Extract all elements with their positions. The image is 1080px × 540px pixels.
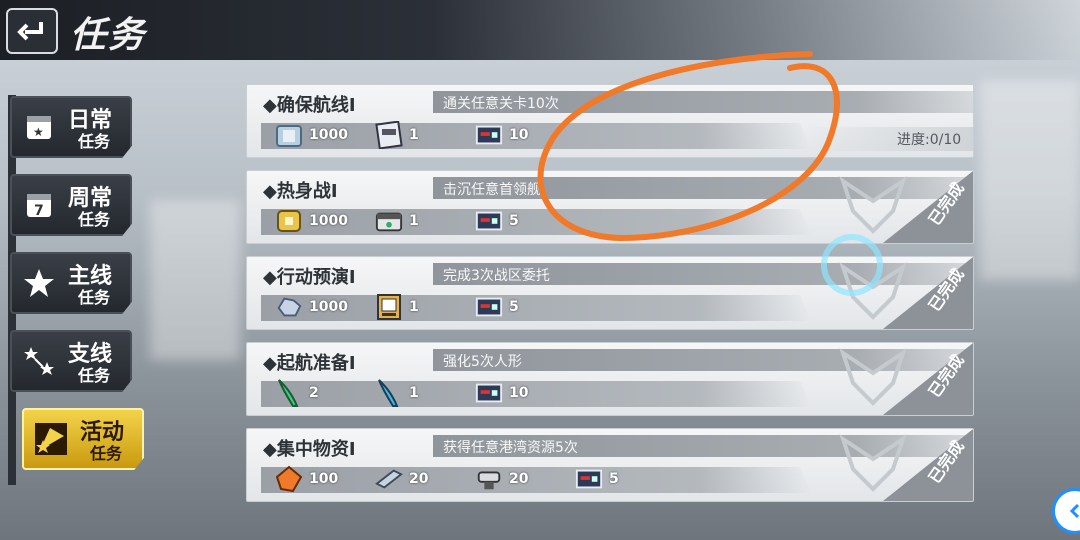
page-title: 任务 — [70, 14, 147, 56]
calendar-7-icon: 7 — [22, 188, 56, 222]
task-description: 完成3次战区委托 — [443, 268, 550, 284]
reward-quantity: 10 — [509, 127, 529, 143]
ticket-icon — [475, 207, 503, 235]
reward-item: 10 — [475, 121, 528, 149]
reward-item: 20 — [375, 465, 428, 493]
task-description: 击沉任意首领舰 — [443, 182, 541, 198]
reward-item: 1 — [375, 379, 419, 407]
reward-quantity: 1 — [409, 213, 419, 229]
svg-text:7: 7 — [34, 203, 44, 219]
star-icon — [22, 266, 56, 300]
task-name: ◆热身战I — [263, 181, 338, 202]
reward-item: 5 — [575, 465, 619, 493]
reward-item: 2 — [275, 379, 319, 407]
reward-item: 20 — [475, 465, 528, 493]
reward-item: 100 — [275, 465, 338, 493]
supply-box-icon — [275, 121, 303, 149]
reward-item: 1 — [375, 207, 419, 235]
tab-event[interactable]: 活动 任务 — [22, 408, 144, 470]
tab-side[interactable]: 支线 任务 — [10, 330, 132, 392]
tab-daily-sublabel: 任务 — [78, 132, 111, 151]
tab-weekly-sublabel: 任务 — [78, 210, 111, 229]
reward-quantity: 5 — [509, 299, 519, 315]
task-card[interactable]: ◆集中物资I 获得任意港湾资源5次 100 20 20 5 已完成 — [246, 428, 974, 502]
reward-quantity: 5 — [509, 213, 519, 229]
chevron-left-icon — [1069, 503, 1080, 519]
task-name: ◆行动预演I — [263, 267, 356, 288]
gold-crate-icon — [275, 207, 303, 235]
reward-quantity: 1000 — [309, 127, 348, 143]
annotation-circle — [537, 51, 840, 242]
reward-item: 1 — [375, 121, 419, 149]
task-progress: 进度:0/10 — [897, 132, 962, 148]
svg-text:★: ★ — [33, 125, 44, 139]
reward-item: 1000 — [275, 207, 348, 235]
task-name: ◆确保航线I — [263, 95, 356, 116]
reward-quantity: 20 — [509, 471, 529, 487]
green-feather-icon — [275, 379, 303, 407]
task-description: 获得任意港湾资源5次 — [443, 440, 578, 456]
task-name: ◆集中物资I — [263, 439, 356, 460]
tab-main-sublabel: 任务 — [78, 288, 111, 307]
white-crate-icon — [375, 207, 403, 235]
reward-item: 1 — [375, 293, 419, 321]
reward-quantity: 20 — [409, 471, 429, 487]
tab-main[interactable]: 主线 任务 — [10, 252, 132, 314]
flag-star-icon — [34, 422, 68, 456]
tab-daily[interactable]: ★ 日常 任务 — [10, 96, 132, 158]
ticket-icon — [475, 293, 503, 321]
reward-quantity: 1 — [409, 385, 419, 401]
star-branch-icon — [22, 344, 56, 378]
task-name: ◆起航准备I — [263, 353, 356, 374]
ticket-icon — [475, 379, 503, 407]
back-arrow-icon — [17, 22, 43, 41]
ticket-icon — [575, 465, 603, 493]
ship-card-icon — [375, 121, 403, 149]
ticket-icon — [475, 121, 503, 149]
calendar-star-icon: ★ — [22, 110, 56, 144]
amber-gem-icon — [275, 465, 303, 493]
ore-icon — [275, 293, 303, 321]
tab-weekly[interactable]: 7 周常 任务 — [10, 174, 132, 236]
blueprint-icon — [375, 293, 403, 321]
tab-side-sublabel: 任务 — [78, 366, 111, 385]
reward-quantity: 1000 — [309, 299, 348, 315]
task-card[interactable]: ◆起航准备I 强化5次人形 2 1 10 已完成 — [246, 342, 974, 416]
reward-item: 1000 — [275, 293, 348, 321]
tab-event-sublabel: 任务 — [90, 444, 123, 463]
reward-quantity: 1000 — [309, 213, 348, 229]
reward-quantity: 1 — [409, 127, 419, 143]
reward-quantity: 5 — [609, 471, 619, 487]
back-button[interactable] — [6, 8, 58, 54]
reward-item: 5 — [475, 293, 519, 321]
blue-feather-icon — [375, 379, 403, 407]
glow-ring-icon — [821, 234, 883, 296]
task-description: 强化5次人形 — [443, 354, 522, 370]
background-window — [980, 80, 1080, 280]
steel-beam-icon — [375, 465, 403, 493]
reward-quantity: 2 — [309, 385, 319, 401]
reward-quantity: 100 — [309, 471, 339, 487]
background-window — [150, 200, 240, 360]
collapse-button[interactable] — [1052, 488, 1080, 534]
reward-item: 10 — [475, 379, 528, 407]
reward-item: 1000 — [275, 121, 348, 149]
completed-stamp: 已完成 — [823, 343, 973, 415]
rewards-bar — [261, 381, 811, 407]
anvil-icon — [475, 465, 503, 493]
reward-item: 5 — [475, 207, 519, 235]
reward-quantity: 10 — [509, 385, 529, 401]
reward-quantity: 1 — [409, 299, 419, 315]
rewards-bar — [261, 467, 811, 493]
completed-stamp: 已完成 — [823, 429, 973, 501]
